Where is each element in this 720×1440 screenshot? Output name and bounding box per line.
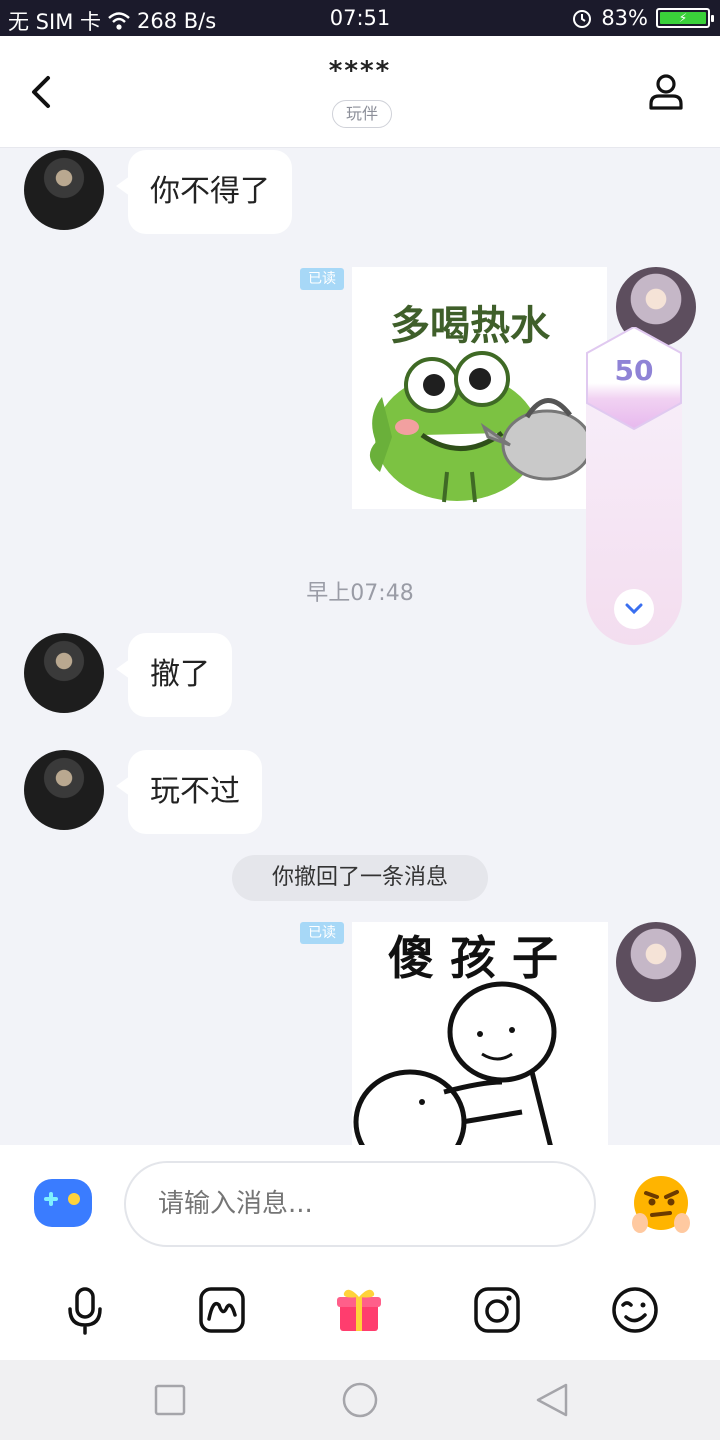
- sticker-caption: 多喝热水: [390, 303, 551, 349]
- message-list[interactable]: 你不得了 已读 多喝热水 早上07:48 撤了 玩不过 你撤回了一条消息 已读: [0, 149, 720, 1145]
- recents-icon[interactable]: [152, 1382, 188, 1418]
- navigation-bar: [0, 1360, 720, 1440]
- self-avatar[interactable]: [616, 922, 696, 1002]
- back-nav-icon[interactable]: [534, 1382, 570, 1418]
- message-bubble[interactable]: 撤了: [116, 633, 232, 717]
- read-indicator: 已读: [300, 922, 344, 944]
- profile-icon[interactable]: [646, 72, 686, 112]
- sticker-message[interactable]: 傻 孩 子: [352, 922, 608, 1145]
- wink-emoji-icon[interactable]: [610, 1285, 660, 1335]
- contact-avatar[interactable]: [24, 750, 104, 830]
- contact-avatar[interactable]: [24, 150, 104, 230]
- alarm-icon: [573, 10, 592, 28]
- battery-icon: ⚡: [656, 8, 714, 28]
- sticker-caption: 傻 孩 子: [388, 931, 558, 985]
- toolbar: [0, 1280, 720, 1340]
- intimacy-score-value: 50: [614, 354, 654, 387]
- game-controller-icon[interactable]: [34, 1179, 92, 1231]
- relationship-tag: 玩伴: [332, 100, 392, 128]
- message-input[interactable]: [124, 1161, 596, 1247]
- gift-icon[interactable]: [334, 1285, 384, 1335]
- thinking-emoji-icon[interactable]: [630, 1173, 692, 1235]
- battery-percent: 83%: [601, 6, 648, 30]
- stick-figure-sticker-image: 傻 孩 子: [352, 922, 608, 1145]
- composer: [0, 1145, 720, 1360]
- recall-notice: 你撤回了一条消息: [232, 855, 488, 901]
- contact-avatar[interactable]: [24, 633, 104, 713]
- read-indicator: 已读: [300, 268, 344, 290]
- frog-sticker-image: 多喝热水: [352, 267, 607, 509]
- chat-header: **** 玩伴: [0, 36, 720, 148]
- camera-icon[interactable]: [472, 1285, 522, 1335]
- message-bubble[interactable]: 玩不过: [116, 750, 262, 834]
- contact-name: ****: [328, 56, 392, 86]
- sticker-message[interactable]: 多喝热水: [352, 267, 607, 509]
- home-icon[interactable]: [342, 1382, 378, 1418]
- message-bubble[interactable]: 你不得了: [116, 150, 292, 234]
- status-bar: 无 SIM 卡 268 B/s 07:51 83% ⚡: [0, 0, 720, 36]
- doodle-icon[interactable]: [197, 1285, 247, 1335]
- microphone-icon[interactable]: [60, 1285, 110, 1335]
